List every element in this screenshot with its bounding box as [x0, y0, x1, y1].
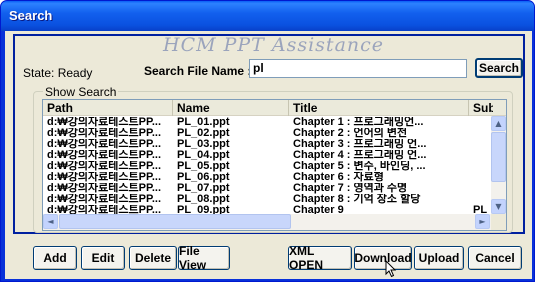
scroll-up-icon[interactable]: ▲ — [491, 116, 506, 131]
file-name-label: Search File Name : — [144, 64, 252, 78]
title-cell: Chapter 3 : 프로그래밍 언... — [293, 139, 427, 150]
scroll-left-icon[interactable]: ◄ — [43, 214, 58, 229]
xml-open-button[interactable]: XML OPEN — [288, 244, 352, 272]
table-row[interactable]: d:₩강의자료테스트PP... PL_05.ppt Chapter 5 : 변수, … — [43, 161, 491, 172]
name-cell: PL_05.ppt — [177, 161, 230, 172]
column-header-title[interactable]: Title — [289, 100, 469, 116]
table-row[interactable]: d:₩강의자료테스트PP... PL_08.ppt Chapter 8 : 기억 장… — [43, 194, 491, 205]
table-row[interactable]: d:₩강의자료테스트PP... PL_06.ppt Chapter 6 : 자료형 — [43, 172, 491, 183]
window-client: HCM PPT Assistance State: Ready Search F… — [5, 31, 532, 279]
title-cell: Chapter 8 : 기억 장소 할당 — [293, 194, 421, 205]
path-cell: d:₩강의자료테스트PP... — [47, 150, 162, 161]
column-header-subject[interactable]: Subje — [469, 100, 493, 116]
search-panel: HCM PPT Assistance State: Ready Search F… — [13, 34, 525, 234]
scrollbar-corner — [491, 214, 506, 230]
name-cell: PL_01.ppt — [177, 117, 230, 128]
name-cell: PL_06.ppt — [177, 172, 230, 183]
title-cell: Chapter 7 : 영역과 수명 — [293, 183, 408, 194]
path-cell: d:₩강의자료테스트PP... — [47, 172, 162, 183]
path-cell: d:₩강의자료테스트PP... — [47, 139, 162, 150]
results-list[interactable]: Path Name Title Subje d:₩강의자료테스트PP... PL_… — [42, 99, 507, 231]
cancel-button[interactable]: Cancel — [468, 246, 522, 270]
title-cell: Chapter 5 : 변수, 바인딩, ... — [293, 161, 426, 172]
path-cell: d:₩강의자료테스트PP... — [47, 183, 162, 194]
name-cell: PL_07.ppt — [177, 183, 230, 194]
list-rows: d:₩강의자료테스트PP... PL_01.ppt Chapter 1 : 프로그래… — [43, 117, 491, 215]
search-window: Search HCM PPT Assistance State: Ready S… — [0, 0, 535, 282]
table-row[interactable]: d:₩강의자료테스트PP... PL_02.ppt Chapter 2 : 언어의 … — [43, 128, 491, 139]
title-cell: Chapter 6 : 자료형 — [293, 172, 384, 183]
window-title[interactable]: Search — [1, 1, 534, 31]
search-button[interactable]: Search — [475, 58, 523, 78]
file-view-button[interactable]: File View — [178, 244, 230, 272]
vertical-scroll-thumb[interactable] — [491, 132, 506, 182]
name-cell: PL_02.ppt — [177, 128, 230, 139]
upload-button[interactable]: Upload — [414, 246, 464, 270]
file-name-input[interactable]: pl — [249, 59, 467, 78]
watermark-logo: HCM PPT Assistance — [163, 34, 385, 56]
state-label: State: Ready — [23, 66, 93, 80]
show-search-label: Show Search — [43, 85, 119, 99]
table-row[interactable]: d:₩강의자료테스트PP... PL_03.ppt Chapter 3 : 프로그래… — [43, 139, 491, 150]
horizontal-scrollbar[interactable]: ◄ ► — [43, 214, 491, 230]
table-row[interactable]: d:₩강의자료테스트PP... PL_01.ppt Chapter 1 : 프로그래… — [43, 117, 491, 128]
title-cell: Chapter 2 : 언어의 변천 — [293, 128, 408, 139]
table-row[interactable]: d:₩강의자료테스트PP... PL_07.ppt Chapter 7 : 영역과 … — [43, 183, 491, 194]
edit-button[interactable]: Edit — [81, 246, 125, 270]
table-row[interactable]: d:₩강의자료테스트PP... PL_04.ppt Chapter 4 : 프로그래… — [43, 150, 491, 161]
path-cell: d:₩강의자료테스트PP... — [47, 194, 162, 205]
name-cell: PL_04.ppt — [177, 150, 230, 161]
column-header-name[interactable]: Name — [173, 100, 289, 116]
column-header-path[interactable]: Path — [43, 100, 173, 116]
download-button[interactable]: Download — [354, 246, 412, 270]
path-cell: d:₩강의자료테스트PP... — [47, 128, 162, 139]
horizontal-scroll-thumb[interactable] — [59, 214, 291, 229]
vertical-scrollbar[interactable]: ▲ ▼ — [491, 116, 506, 214]
mouse-cursor-icon — [385, 260, 397, 278]
name-cell: PL_03.ppt — [177, 139, 230, 150]
path-cell: d:₩강의자료테스트PP... — [47, 161, 162, 172]
path-cell: d:₩강의자료테스트PP... — [47, 117, 162, 128]
title-cell: Chapter 1 : 프로그래밍언... — [293, 117, 424, 128]
add-button[interactable]: Add — [33, 246, 77, 270]
scroll-down-icon[interactable]: ▼ — [491, 199, 506, 214]
scroll-right-icon[interactable]: ► — [475, 214, 490, 229]
title-cell: Chapter 4 : 프로그래밍 언... — [293, 150, 427, 161]
delete-button[interactable]: Delete — [129, 246, 177, 270]
name-cell: PL_08.ppt — [177, 194, 230, 205]
list-header: Path Name Title Subje — [43, 100, 506, 116]
